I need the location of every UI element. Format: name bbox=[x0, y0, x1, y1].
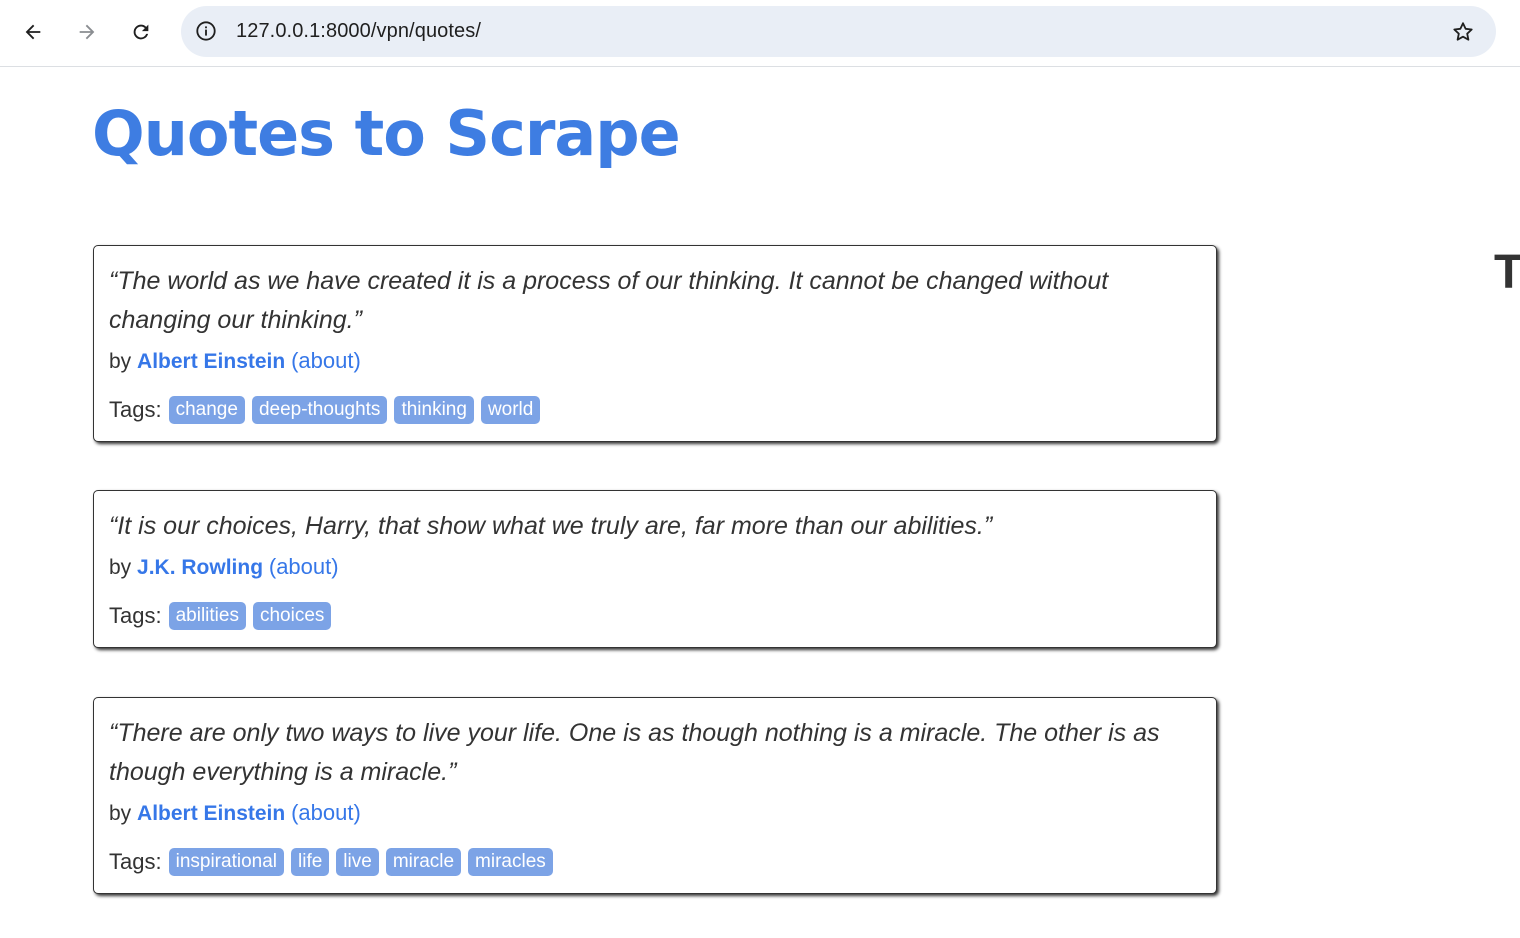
site-title-link[interactable]: Quotes to Scrape bbox=[92, 96, 681, 172]
tag-link[interactable]: life bbox=[291, 848, 330, 876]
forward-button[interactable] bbox=[69, 14, 105, 50]
about-author-link[interactable]: (about) bbox=[291, 800, 361, 825]
quote-text: “It is our choices, Harry, that show wha… bbox=[109, 512, 993, 540]
browser-toolbar: 127.0.0.1:8000/vpn/quotes/ bbox=[0, 0, 1520, 67]
arrow-right-icon bbox=[79, 24, 95, 40]
back-button[interactable] bbox=[15, 14, 51, 50]
quote-byline: by Albert Einstein (about) bbox=[109, 346, 1201, 377]
reload-icon bbox=[133, 24, 149, 40]
arrow-left-icon bbox=[25, 24, 41, 40]
tag-link[interactable]: deep-thoughts bbox=[251, 396, 388, 424]
tags-label: Tags: bbox=[109, 397, 162, 422]
bookmark-button[interactable] bbox=[1448, 17, 1478, 47]
tags-label: Tags: bbox=[109, 849, 162, 874]
by-label: by bbox=[109, 350, 132, 373]
address-bar[interactable]: 127.0.0.1:8000/vpn/quotes/ bbox=[181, 6, 1496, 57]
quote-text: “The world as we have created it is a pr… bbox=[109, 267, 1109, 334]
quote-byline: by J.K. Rowling (about) bbox=[109, 552, 1201, 583]
tag-link[interactable]: world bbox=[480, 396, 541, 424]
quote-card: “There are only two ways to live your li… bbox=[93, 697, 1217, 894]
quote-card: “The world as we have created it is a pr… bbox=[93, 245, 1217, 442]
tag-link[interactable]: choices bbox=[252, 602, 332, 630]
author-name: J.K. Rowling bbox=[137, 556, 264, 579]
star-icon bbox=[1453, 22, 1473, 41]
about-author-link[interactable]: (about) bbox=[269, 554, 339, 579]
tags-row: Tags: inspirational life live miracle mi… bbox=[109, 847, 1201, 877]
site-info-button[interactable] bbox=[191, 16, 221, 46]
page-content: Quotes to Scrape T “The world as we have… bbox=[0, 68, 1520, 938]
tag-link[interactable]: change bbox=[168, 396, 245, 424]
info-icon bbox=[196, 21, 216, 41]
tags-row: Tags: change deep-thoughts thinking worl… bbox=[109, 395, 1201, 425]
quote-byline: by Albert Einstein (about) bbox=[109, 798, 1201, 829]
quote-text: “There are only two ways to live your li… bbox=[109, 719, 1160, 786]
tag-link[interactable]: miracle bbox=[385, 848, 462, 876]
author-name: Albert Einstein bbox=[137, 802, 286, 825]
tags-row: Tags: abilities choices bbox=[109, 601, 1201, 631]
author-name: Albert Einstein bbox=[137, 350, 286, 373]
tag-link[interactable]: live bbox=[336, 848, 379, 876]
tags-label: Tags: bbox=[109, 603, 162, 628]
reload-button[interactable] bbox=[123, 14, 159, 50]
url-text[interactable]: 127.0.0.1:8000/vpn/quotes/ bbox=[236, 20, 481, 43]
tag-link[interactable]: thinking bbox=[394, 396, 474, 424]
quote-card: “It is our choices, Harry, that show wha… bbox=[93, 490, 1217, 648]
tag-link[interactable]: miracles bbox=[468, 848, 553, 876]
side-heading-fragment: T bbox=[1494, 246, 1520, 299]
by-label: by bbox=[109, 556, 132, 579]
by-label: by bbox=[109, 802, 132, 825]
about-author-link[interactable]: (about) bbox=[291, 348, 361, 373]
tag-link[interactable]: inspirational bbox=[168, 848, 284, 876]
tag-link[interactable]: abilities bbox=[168, 602, 246, 630]
